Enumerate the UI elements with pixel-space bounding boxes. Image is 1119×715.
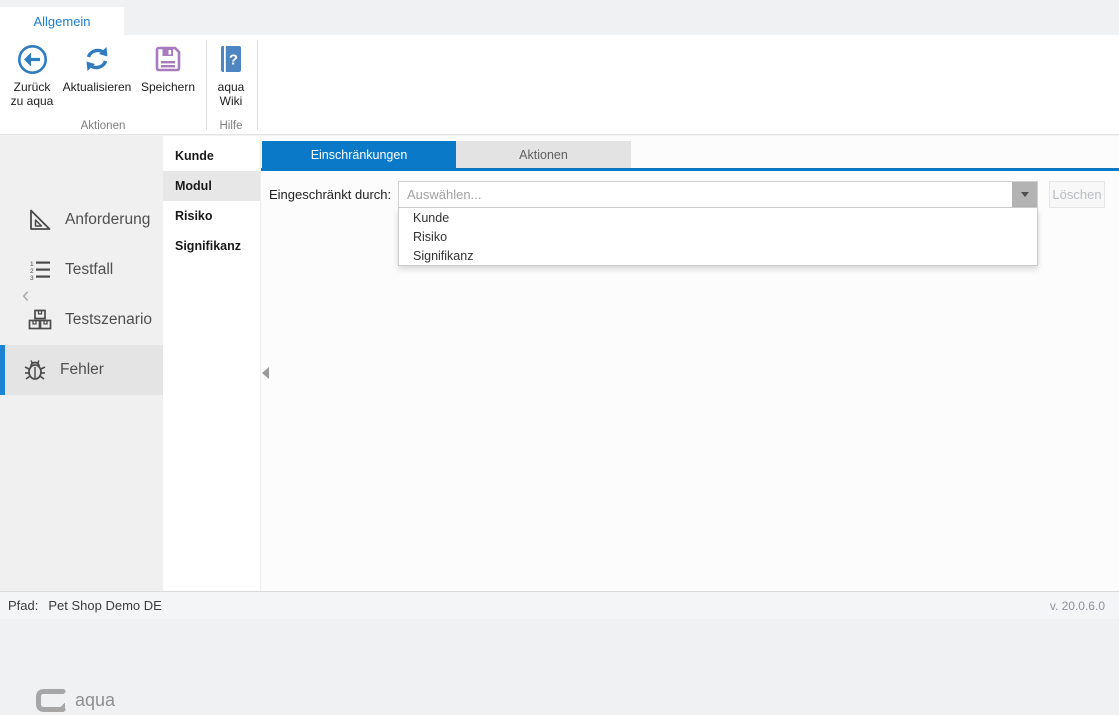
list-item-modul[interactable]: Modul [163, 171, 260, 201]
wiki-button-label-line2: Wiki [220, 94, 243, 108]
sidebar-item-label: Testszenario [65, 311, 152, 329]
sidebar-item-anforderung[interactable]: Anforderung [0, 195, 163, 245]
save-floppy-icon [153, 41, 183, 77]
panel-collapse-arrow-icon[interactable] [262, 367, 269, 379]
back-button-label-line2: zu aqua [11, 94, 54, 108]
main-content: Einschränkungen Aktionen Eingeschränkt d… [260, 136, 1119, 591]
restricted-by-input[interactable] [399, 182, 1012, 207]
combobox-dropdown-button[interactable] [1012, 182, 1037, 207]
requirement-set-square-icon [27, 207, 53, 233]
dropdown-option-signifikanz[interactable]: Signifikanz [399, 246, 1037, 265]
sidebar: ‹ Anforderung 1 2 3 Testfall [0, 136, 163, 591]
tab-allgemein-label: Allgemein [33, 14, 90, 29]
chevron-down-icon [1021, 192, 1029, 197]
tab-aktionen-label: Aktionen [519, 148, 568, 162]
bug-icon [22, 357, 48, 383]
dropdown-option-risiko[interactable]: Risiko [399, 227, 1037, 246]
tab-einschraenkungen-label: Einschränkungen [311, 148, 408, 162]
delete-button[interactable]: Löschen [1049, 181, 1105, 208]
back-button-label-line1: Zurück [14, 80, 51, 94]
aqua-wiki-button[interactable]: ? aqua Wiki [208, 41, 254, 108]
ribbon-tab-row: Allgemein [0, 0, 1119, 35]
refresh-icon [81, 41, 113, 77]
save-button-label: Speichern [141, 80, 195, 94]
combobox-dropdown-list: Kunde Risiko Signifikanz [398, 208, 1038, 266]
sidebar-item-testfall[interactable]: 1 2 3 Testfall [0, 245, 163, 295]
tab-einschraenkungen[interactable]: Einschränkungen [262, 141, 456, 168]
numbered-list-icon: 1 2 3 [27, 257, 53, 283]
status-bar: Pfad: Pet Shop Demo DE v. 20.0.6.0 [0, 591, 1119, 619]
restricted-by-label: Eingeschränkt durch: [269, 187, 391, 202]
sidebar-item-label: Fehler [60, 361, 104, 379]
path-value: Pet Shop Demo DE [48, 598, 161, 613]
dropdown-option-kunde[interactable]: Kunde [399, 208, 1037, 227]
ribbon-group-separator [257, 40, 258, 130]
refresh-button[interactable]: Aktualisieren [58, 41, 136, 94]
path-label: Pfad: [8, 598, 38, 613]
restriction-type-list: Kunde Modul Risiko Signifikanz [163, 136, 260, 591]
ribbon-group-label-help: Hilfe [208, 120, 254, 132]
list-item-kunde[interactable]: Kunde [163, 141, 260, 171]
sidebar-item-fehler[interactable]: Fehler [0, 345, 163, 395]
aqua-logo-icon [34, 686, 66, 715]
back-to-aqua-button[interactable]: Zurück zu aqua [6, 41, 58, 108]
stacked-boxes-icon [27, 307, 53, 333]
wiki-button-label-line1: aqua [218, 80, 245, 94]
aqua-logo-text: aqua [75, 690, 115, 711]
aqua-logo: aqua [34, 686, 115, 715]
save-button[interactable]: Speichern [136, 41, 200, 94]
tab-aktionen[interactable]: Aktionen [456, 141, 631, 168]
refresh-button-label: Aktualisieren [63, 80, 132, 94]
tab-allgemein[interactable]: Allgemein [0, 7, 124, 35]
ribbon-group-separator [206, 40, 207, 130]
svg-text:1: 1 [30, 261, 34, 268]
active-tab-underline [261, 168, 1119, 171]
ribbon-group-label-actions: Aktionen [30, 120, 176, 132]
restricted-by-combobox[interactable] [398, 181, 1038, 208]
sidebar-item-label: Testfall [65, 261, 113, 279]
list-item-signifikanz[interactable]: Signifikanz [163, 231, 260, 261]
sidebar-item-label: Anforderung [65, 211, 150, 229]
sidebar-item-testszenario[interactable]: Testszenario [0, 295, 163, 345]
wiki-book-question-icon: ? [218, 41, 244, 77]
svg-text:2: 2 [30, 268, 34, 275]
back-arrow-icon [17, 41, 48, 77]
list-item-risiko[interactable]: Risiko [163, 201, 260, 231]
ribbon: Zurück zu aqua Aktualisieren Speichern [0, 35, 1119, 135]
version-label: v. 20.0.6.0 [1050, 599, 1105, 613]
svg-text:3: 3 [30, 275, 34, 282]
svg-text:?: ? [229, 52, 238, 69]
